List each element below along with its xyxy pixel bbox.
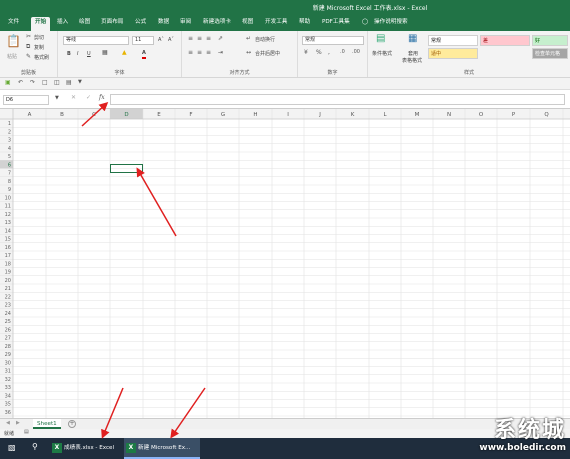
arrow-to-task2 [170,387,206,439]
arrow-to-task1 [101,387,124,439]
arrow-to-fx [81,101,109,127]
arrow-to-cell [136,167,177,237]
annotation-arrows [81,101,206,439]
